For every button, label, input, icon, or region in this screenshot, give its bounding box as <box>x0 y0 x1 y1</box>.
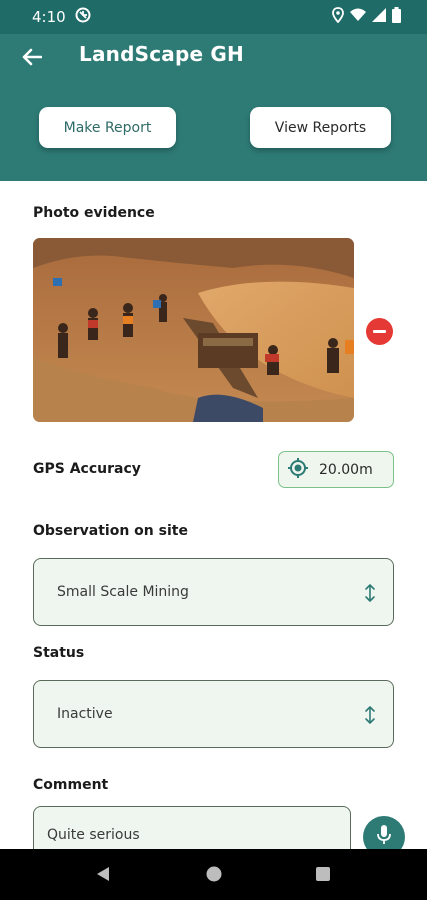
remove-photo-button[interactable] <box>366 318 393 345</box>
signal-icon <box>372 8 386 26</box>
gps-accuracy-value: 20.00m <box>319 461 373 478</box>
up-down-arrows-icon <box>363 705 377 725</box>
nav-home-icon[interactable] <box>204 864 224 884</box>
page-title: LandScape GH <box>79 42 244 66</box>
observation-select[interactable]: Small Scale Mining <box>33 558 394 626</box>
up-down-arrows-icon <box>363 583 377 603</box>
photo-evidence-label: Photo evidence <box>33 205 155 221</box>
microphone-icon <box>376 824 392 850</box>
comment-value: Quite serious <box>47 827 140 843</box>
view-reports-button[interactable]: View Reports <box>250 107 391 148</box>
observation-label: Observation on site <box>33 523 188 539</box>
status-bar: 4:10 <box>0 0 427 34</box>
battery-icon <box>392 7 401 27</box>
photo-evidence-image[interactable] <box>33 238 354 422</box>
app-bar: LandScape GH Make Report View Reports <box>0 34 427 181</box>
wifi-icon <box>350 8 366 26</box>
location-icon <box>332 7 344 27</box>
gps-target-icon <box>287 457 309 483</box>
status-value: Inactive <box>57 706 113 722</box>
minus-icon <box>373 330 386 333</box>
comment-label: Comment <box>33 777 109 793</box>
cast-icon <box>75 7 91 27</box>
gps-accuracy-field[interactable]: 20.00m <box>278 451 394 488</box>
status-label: Status <box>33 645 85 661</box>
back-arrow-icon[interactable] <box>18 43 46 71</box>
status-select[interactable]: Inactive <box>33 680 394 748</box>
make-report-button[interactable]: Make Report <box>39 107 176 148</box>
nav-recents-icon[interactable] <box>313 864 333 884</box>
system-nav-bar <box>0 849 427 900</box>
gps-accuracy-label: GPS Accuracy <box>33 461 141 477</box>
nav-back-icon[interactable] <box>93 864 113 884</box>
observation-value: Small Scale Mining <box>57 584 189 600</box>
status-time: 4:10 <box>32 8 66 26</box>
